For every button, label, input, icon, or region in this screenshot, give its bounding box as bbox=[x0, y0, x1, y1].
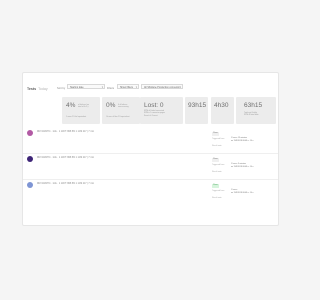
status-badge: Pass bbox=[212, 158, 219, 162]
field-label: Result note bbox=[212, 145, 222, 147]
page-subtitle: Today bbox=[38, 87, 48, 91]
connector-select-value: All Shiplane Production connector bbox=[144, 86, 180, 89]
field-label: Triggered from bbox=[212, 138, 225, 140]
table-row[interactable]: RM 34138Y4 · 1mk · 1 1JDT: 868 8% 1 1/29… bbox=[23, 179, 278, 205]
status-badge: Pass bbox=[212, 132, 219, 136]
sort-select[interactable]: Starting date ▾ bbox=[67, 84, 105, 89]
page-header: Tests Today bbox=[27, 87, 48, 91]
field-label: Result note bbox=[212, 197, 222, 199]
chevron-down-icon: ▾ bbox=[101, 86, 103, 89]
stat-tile-non-recurring: 0% 0 of failures non-recurring Ot over o… bbox=[102, 97, 140, 124]
chevron-down-icon: ▾ bbox=[135, 86, 137, 89]
filters-select[interactable]: Show fillters ▾ bbox=[117, 84, 139, 89]
connector-select[interactable]: All Shiplane Production connector ▾ bbox=[141, 84, 183, 89]
filters-select-value: Show fillters bbox=[120, 86, 133, 89]
filters-label: Filters bbox=[107, 87, 115, 90]
stat-note: 1 more 2% fail equivalent bbox=[66, 116, 87, 118]
stat-tile-duration-1: 93h15 bbox=[185, 97, 208, 124]
stat-caption: 0 of failures non-recurring bbox=[118, 104, 129, 109]
stat-note: Ot over of flow 2% equivalent bbox=[106, 116, 130, 118]
stat-caption: RPM of Failed connected SPM in 5 connect… bbox=[144, 110, 166, 117]
page-title: Tests bbox=[27, 87, 37, 91]
chevron-down-icon: ▾ bbox=[179, 86, 181, 89]
stat-value: 4% bbox=[66, 102, 76, 109]
avatar bbox=[27, 182, 33, 188]
stat-tile-total: 63h15 Total and 4 daily RPM 48 total dat… bbox=[236, 97, 276, 124]
stat-tile-duration-2: 4h30 bbox=[211, 97, 234, 124]
field-value: 1 hours 3 minutes on 11/8/2018 08:08 a. … bbox=[231, 163, 254, 168]
stat-value: 4h30 bbox=[214, 102, 229, 109]
field-label: Triggered from bbox=[212, 190, 225, 192]
sort-select-value: Starting date bbox=[70, 86, 84, 89]
tests-panel: Tests Today Sort by Starting date ▾ Filt… bbox=[22, 72, 279, 226]
field-label: Triggered from bbox=[212, 164, 225, 166]
avatar bbox=[27, 156, 33, 162]
row-meta: RM 34138Y4 · 1mk · 1 1JDT: 868 8% 1 1/29… bbox=[37, 157, 95, 159]
stat-value: Lost: 0 bbox=[144, 102, 164, 109]
stat-value: 0% bbox=[106, 102, 116, 109]
field-label: Result note bbox=[212, 171, 222, 173]
avatar bbox=[27, 130, 33, 136]
table-row[interactable]: RM 34138Y4 · 1mk · 1 1JDT: 868 8% 1 1/29… bbox=[23, 127, 278, 154]
sort-label: Sort by bbox=[57, 87, 66, 90]
field-value: 1 hours 13 minutes on 11/8/2018 08:08 a.… bbox=[231, 137, 254, 142]
row-meta: RM 34138Y4 · 1mk · 1 1JDT: 868 8% 1 1/29… bbox=[37, 183, 95, 185]
stat-caption: of failures (on total of 0 ch.) bbox=[78, 104, 89, 109]
status-badge: Pass bbox=[212, 184, 219, 188]
stat-value: 93h15 bbox=[188, 102, 207, 109]
stat-tile-lost: Lost: 0 RPM of Failed connected SPM in 5… bbox=[140, 97, 183, 124]
table-row[interactable]: RM 34138Y4 · 1mk · 1 1JDT: 868 8% 1 1/29… bbox=[23, 153, 278, 180]
row-meta: RM 34138Y4 · 1mk · 1 1JDT: 868 8% 1 1/29… bbox=[37, 131, 95, 133]
stat-caption: Total and 4 daily RPM 48 total data bbox=[244, 112, 259, 117]
field-value: 1 hours on 11/8/2018 08:08 a. 10 n bbox=[231, 189, 254, 194]
stat-tile-failure-rate: 4% of failures (on total of 0 ch.) 1 mor… bbox=[62, 97, 100, 124]
stat-value: 63h15 bbox=[244, 102, 263, 109]
